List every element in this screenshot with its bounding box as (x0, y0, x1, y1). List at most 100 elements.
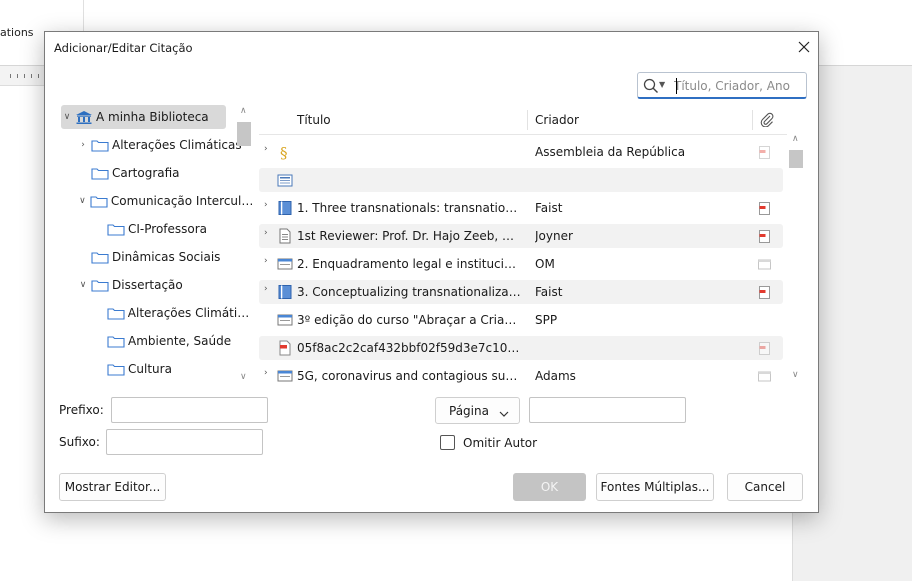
table-row[interactable]: 05f8ac2c2caf432bbf02f59d3e7c10a0... (259, 336, 783, 360)
table-row[interactable]: › 1. Three transnationals: transnational… (259, 196, 783, 220)
tree-item-collection[interactable]: › Alterações Climáticas (77, 133, 255, 157)
scrollbar-thumb[interactable] (237, 122, 251, 146)
pdf-attachment-icon[interactable] (758, 230, 771, 243)
table-row[interactable]: › 2. Enquadramento legal e institucional… (259, 252, 783, 276)
tree-item-collection[interactable]: CI-Professora (93, 217, 255, 241)
tree-item-label: CI-Professora (128, 222, 208, 236)
close-icon[interactable] (795, 38, 813, 56)
suffix-input[interactable] (106, 429, 263, 455)
document-icon (277, 228, 293, 244)
chevron-right-icon[interactable]: › (264, 256, 268, 266)
omit-author-label[interactable]: Omitir Autor (463, 436, 537, 450)
item-creator: Faist (535, 201, 563, 215)
tree-item-collection[interactable]: Ambiente, Saúde (93, 329, 255, 353)
column-header-creator[interactable]: Criador (535, 106, 745, 134)
webpage-icon (277, 312, 293, 328)
locator-input[interactable] (529, 397, 686, 423)
items-table[interactable]: Título Criador › § Assembleia da Repúbli… (259, 106, 809, 390)
snapshot-attachment-icon[interactable] (758, 258, 771, 271)
chevron-down-icon[interactable]: ▼ (659, 80, 665, 89)
item-creator: Assembleia da República (535, 145, 686, 159)
chevron-expanded-icon[interactable]: ∨ (77, 280, 89, 290)
multiple-sources-button[interactable]: Fontes Múltiplas... (596, 473, 714, 501)
tree-item-collection[interactable]: Cultura (93, 357, 255, 381)
omit-author-checkbox[interactable] (440, 435, 455, 450)
tree-item-collection[interactable]: Dinâmicas Sociais (77, 245, 255, 269)
scroll-down-icon[interactable]: ∨ (792, 370, 799, 380)
item-creator: Faist (535, 285, 563, 299)
header-divider (259, 134, 787, 135)
collection-tree[interactable]: ∨ A minha Biblioteca › Alterações Climát… (59, 101, 257, 389)
svg-text:§: § (280, 144, 288, 160)
folder-icon (107, 334, 125, 349)
prefix-input[interactable] (111, 397, 268, 423)
tree-item-collection[interactable]: Alterações Climáticas (93, 301, 255, 325)
library-icon (75, 110, 93, 125)
newspaper-icon (277, 172, 293, 188)
table-scrollbar[interactable]: ∧ ∨ (789, 134, 803, 390)
cancel-button[interactable]: Cancel (727, 473, 803, 501)
pdf-attachment-icon[interactable] (758, 286, 771, 299)
column-header-attachments[interactable] (760, 106, 780, 134)
scroll-down-icon[interactable]: ∨ (240, 372, 247, 382)
tree-item-label: Dinâmicas Sociais (112, 250, 221, 264)
folder-icon (107, 222, 125, 237)
folder-icon (91, 166, 109, 181)
item-creator: Adams (535, 369, 576, 383)
item-creator: OM (535, 257, 555, 271)
pdf-attachment-icon[interactable] (758, 146, 771, 159)
prefix-label: Prefixo: (59, 403, 104, 417)
item-creator: SPP (535, 313, 558, 327)
column-divider[interactable] (752, 110, 753, 130)
scroll-up-icon[interactable]: ∧ (792, 134, 799, 144)
dialog-title: Adicionar/Editar Citação (54, 41, 193, 55)
pdf-icon (277, 340, 293, 356)
chevron-right-icon[interactable]: › (264, 144, 268, 154)
table-row[interactable] (259, 168, 783, 192)
locator-select[interactable]: Página (435, 397, 520, 424)
table-row[interactable]: 3º edição do curso "Abraçar a Criança"..… (259, 308, 783, 332)
item-title: 05f8ac2c2caf432bbf02f59d3e7c10a0... (297, 341, 522, 355)
tree-scrollbar[interactable]: ∧ ∨ (237, 106, 251, 386)
chevron-right-icon[interactable]: › (264, 200, 268, 210)
table-row[interactable]: › 5G, coronavirus and contagious supersp… (259, 364, 783, 388)
tree-item-collection[interactable]: Cartografia (77, 161, 255, 185)
chevron-expanded-icon[interactable]: ∨ (77, 196, 88, 206)
table-row[interactable]: › § Assembleia da República (259, 140, 783, 164)
chevron-right-icon[interactable]: › (264, 228, 268, 238)
tree-item-collection[interactable]: ∨ Dissertação (77, 273, 255, 297)
item-title: 1. Three transnationals: transnationalis… (297, 201, 522, 215)
tree-item-collection[interactable]: ∨ Comunicação Intercultural (77, 189, 255, 213)
show-editor-button[interactable]: Mostrar Editor... (59, 473, 166, 501)
search-icon[interactable] (643, 78, 659, 94)
pdf-attachment-icon[interactable] (758, 342, 771, 355)
item-title: 3. Conceptualizing transnationalization.… (297, 285, 522, 299)
tree-item-my-library[interactable]: ∨ A minha Biblioteca (61, 105, 226, 129)
tree-item-label: Cultura (128, 362, 172, 376)
snapshot-attachment-icon[interactable] (758, 370, 771, 383)
pdf-attachment-icon[interactable] (758, 202, 771, 215)
book-icon (277, 200, 293, 216)
folder-icon (91, 278, 109, 293)
table-row[interactable]: › 3. Conceptualizing transnationalizatio… (259, 280, 783, 304)
search-box[interactable]: ▼ (637, 72, 807, 99)
tree-item-label: Alterações Climáticas (127, 306, 255, 320)
scrollbar-thumb[interactable] (789, 150, 803, 168)
chevron-right-icon[interactable]: › (77, 140, 89, 150)
folder-icon (91, 250, 109, 265)
column-header-title[interactable]: Título (297, 106, 527, 134)
chevron-down-icon (499, 407, 509, 417)
text-cursor (676, 78, 677, 94)
column-divider[interactable] (527, 110, 528, 130)
chevron-expanded-icon[interactable]: ∨ (61, 112, 73, 122)
statute-icon: § (277, 144, 293, 162)
search-input[interactable] (674, 76, 802, 95)
chevron-right-icon[interactable]: › (264, 368, 268, 378)
folder-icon (91, 138, 109, 153)
table-row[interactable]: › 1st Reviewer: Prof. Dr. Hajo Zeeb, Uni… (259, 224, 783, 248)
chevron-right-icon[interactable]: › (264, 284, 268, 294)
ok-button[interactable]: OK (513, 473, 586, 501)
paperclip-icon (760, 111, 774, 130)
webpage-icon (277, 368, 293, 384)
scroll-up-icon[interactable]: ∧ (240, 106, 247, 116)
